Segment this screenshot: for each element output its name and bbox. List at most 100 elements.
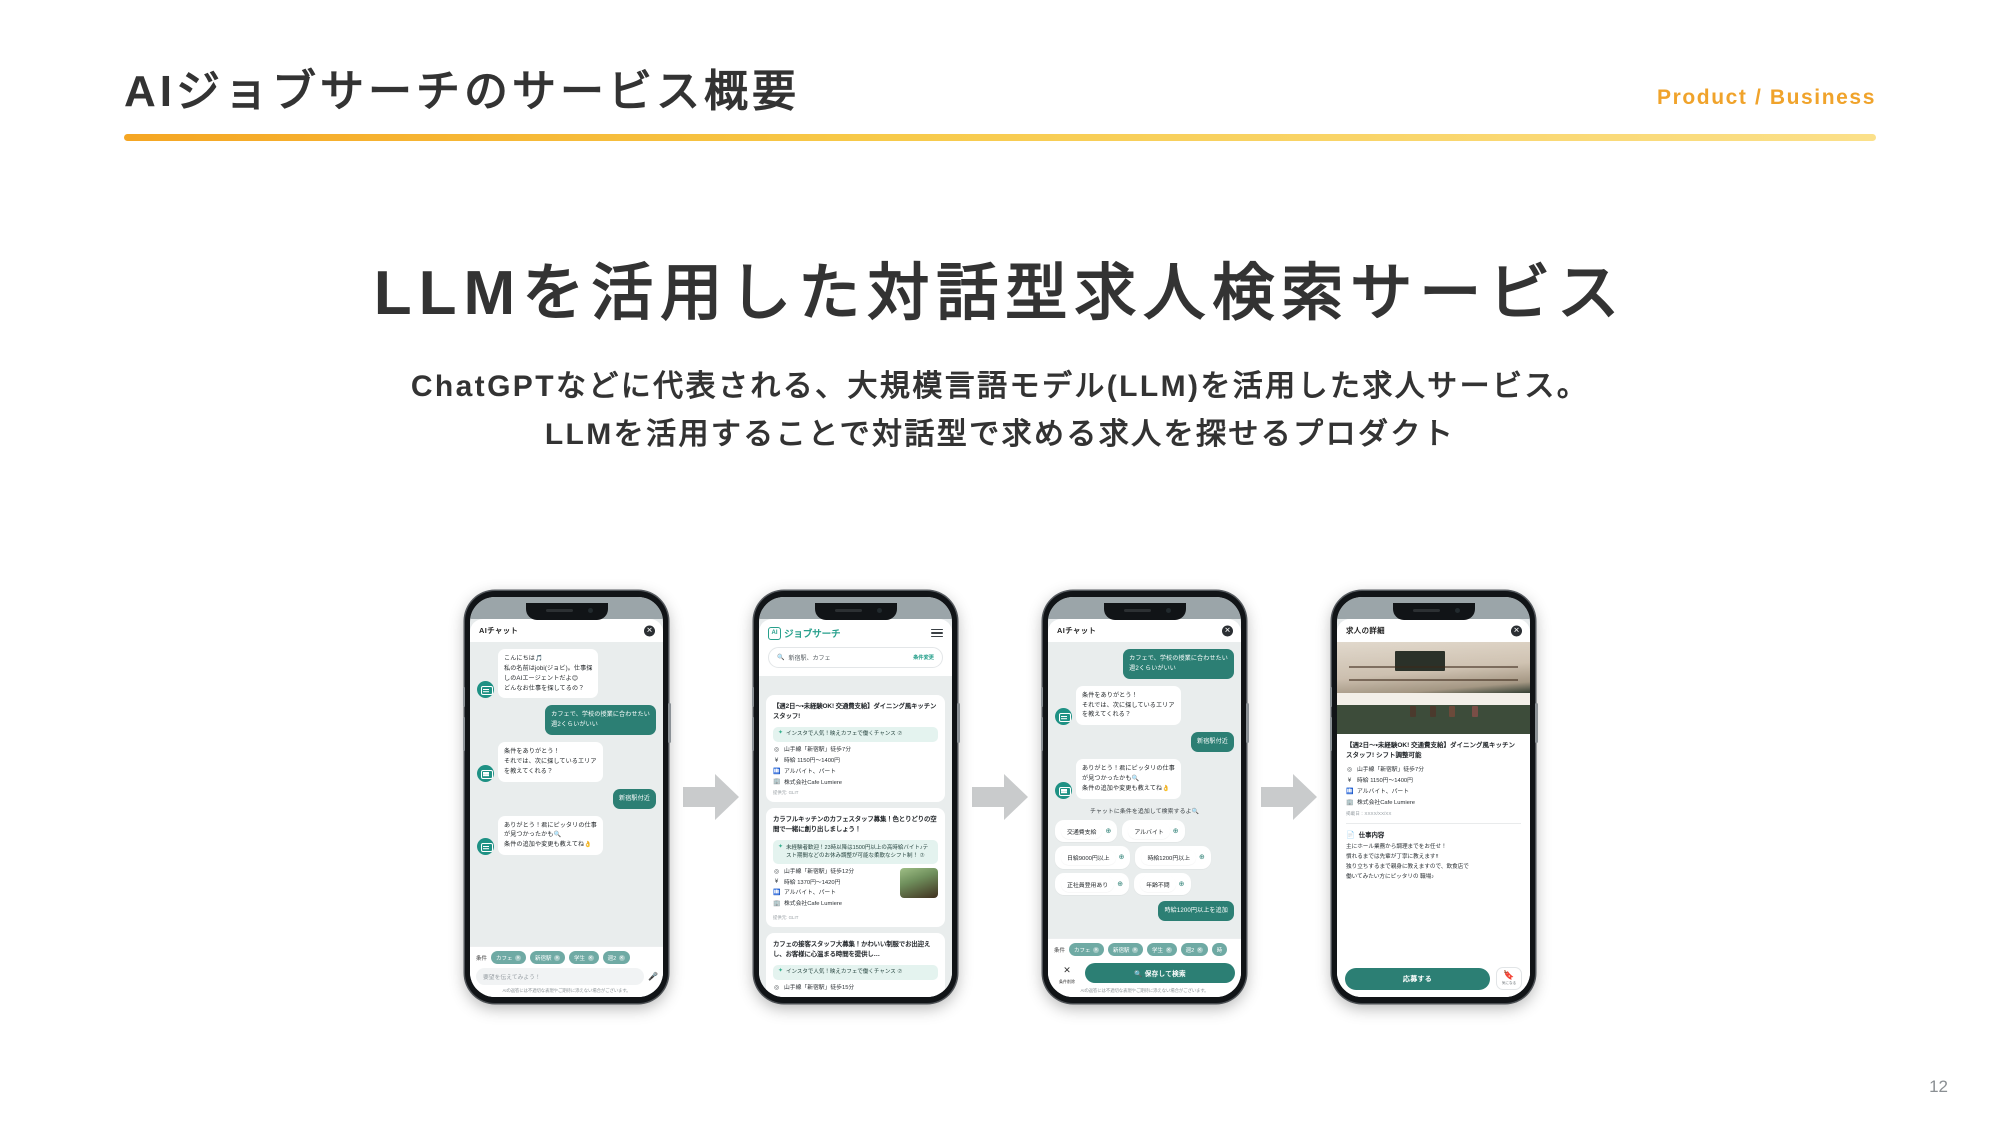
location-pin-icon: ◎ (773, 747, 780, 754)
job-title: カフェの接客スタッフ大募集！かわいい制服でお出迎えし、お客様に心温まる時間を提供… (773, 940, 931, 958)
chat-input[interactable]: 要望を伝えてみよう！ (476, 968, 644, 985)
suggestion-label: 交通費支給 (1061, 823, 1103, 839)
job-badge: ✦ 未経験者歓迎！23時以降は1500円以上の高時給バイト♪テスト期間などのお休み… (773, 840, 938, 864)
condition-chip[interactable]: カフェ ✕ (1069, 943, 1105, 956)
change-conditions-button[interactable]: 条件変更 (913, 654, 934, 661)
suggestion-chip[interactable]: 年齢不問 ⊕ (1134, 872, 1191, 896)
remove-icon[interactable]: ✕ (515, 954, 522, 961)
conditions-label: 条件 (1054, 947, 1066, 954)
divider (1346, 823, 1521, 825)
job-badge-text: インスタで人気！映えカフェで働くチャンス ⑦ (786, 969, 903, 976)
save-and-search-label: 保存して検索 (1144, 970, 1186, 978)
suggestion-chip[interactable]: アルバイト ⊕ (1122, 819, 1185, 843)
job-company: 株式会社Cafe Lumiere (784, 901, 842, 908)
app-bar: AIチャット ✕ (1048, 619, 1241, 642)
condition-chip[interactable]: 時 (1211, 943, 1228, 956)
hamburger-menu-icon[interactable] (931, 626, 943, 640)
clear-conditions-button[interactable]: ✕ 条件削除 (1054, 960, 1080, 985)
save-and-search-button[interactable]: 🔍 保存して検索 (1085, 962, 1235, 983)
chip-label: カフェ (1074, 947, 1091, 954)
job-wage: 時給 1370円〜1420円 (784, 879, 841, 886)
job-type: アルバイト、パート (784, 890, 836, 897)
chat-message-bot: ありがとう！君にピッタリの仕事 が見つかったかも🔍 条件の追加や変更も教えてね👌 (477, 815, 656, 856)
chat-bubble: ありがとう！君にピッタリの仕事 が見つかったかも🔍 条件の追加や変更も教えてね👌 (1076, 759, 1181, 799)
chip-label: 新宿駅 (1113, 947, 1130, 954)
remove-icon[interactable]: ✕ (1165, 946, 1172, 953)
close-icon: ✕ (1063, 965, 1071, 975)
briefcase-icon: 🛄 (1346, 788, 1354, 795)
phone-chat-refine: AIチャット ✕ カフェで、学校の授業に合わせたい 週2くらいがいい 条件をあり… (1040, 591, 1249, 1003)
remove-icon[interactable]: ✕ (1132, 946, 1139, 953)
yen-icon: ¥ (1347, 777, 1352, 784)
remove-icon[interactable]: ✕ (1093, 946, 1100, 953)
remove-icon[interactable]: ✕ (1196, 946, 1203, 953)
condition-chip[interactable]: 週2 ✕ (602, 951, 630, 964)
job-title: カラフルキッチンのカフェスタッフ募集！色とりどりの空間で一緒に創り出しましょう！ (773, 816, 937, 834)
conditions-bar: 条件 カフェ ✕ 新宿駅 ✕ 学生 ✕ 週2 ✕ 要望を伝えてみよう！ 🎤 AI… (470, 946, 663, 997)
condition-chip[interactable]: 新宿駅 ✕ (530, 951, 566, 964)
plus-icon: ⊕ (1118, 854, 1125, 862)
job-card[interactable]: 【週2日〜・未経験OK! 交通費支給】ダイニング風キッチンスタッフ! ✦ インスタ… (766, 695, 945, 803)
clear-conditions-label: 条件削除 (1059, 979, 1075, 984)
job-station: 山手線「新宿駅」徒歩7分 (784, 747, 851, 754)
microphone-icon[interactable]: 🎤 (648, 972, 658, 981)
job-list[interactable]: 【週2日〜・未経験OK! 交通費支給】ダイニング風キッチンスタッフ! ✦ インスタ… (759, 689, 952, 997)
chat-message-bot: ありがとう！君にピッタリの仕事 が見つかったかも🔍 条件の追加や変更も教えてね👌 (1055, 759, 1234, 799)
chip-label: 学生 (574, 955, 586, 962)
phone-chat-intro: AIチャット ✕ こんにちは🎵 私の名前はjobi(ジョビ)。仕事探 しのAIエ… (462, 591, 671, 1003)
chat-message-user: 時給1200円以上を追加 (1055, 901, 1234, 922)
phone-job-list: AI ジョブサーチ 🔍 新宿駅、カフェ 条件変更 【週2日〜・未経験OK! 交通… (751, 591, 960, 1003)
header-divider (124, 134, 1876, 142)
bot-avatar-icon (477, 681, 494, 699)
favorite-button[interactable]: 🔖 気になる (1496, 967, 1522, 990)
remove-icon[interactable]: ✕ (587, 954, 594, 961)
remove-icon[interactable]: ✕ (554, 954, 561, 961)
condition-chip[interactable]: 週2 ✕ (1180, 943, 1208, 956)
power-button-icon (668, 703, 671, 743)
chat-message-bot: 条件をありがとう！ それでは、次に探しているエリア を教えてくれる？ (477, 742, 656, 782)
bot-avatar-icon (1055, 708, 1072, 726)
suggestion-label: 年齢不問 (1140, 876, 1176, 893)
job-card[interactable]: カフェの接客スタッフ大募集！かわいい制服でお出迎えし、お客様に心温まる時間を提供… (766, 932, 945, 997)
condition-chip[interactable]: 学生 ✕ (1147, 943, 1177, 956)
chip-label: カフェ (496, 955, 513, 962)
suggestion-chip[interactable]: 正社員登用あり ⊕ (1055, 872, 1130, 896)
remove-icon[interactable]: ✕ (618, 954, 625, 961)
search-icon: 🔍 (1134, 970, 1143, 978)
chip-label: 週2 (607, 955, 617, 962)
job-type: アルバイト、パート (784, 768, 836, 775)
plus-icon: ⊕ (1117, 880, 1124, 888)
job-badge: ✦ インスタで人気！映えカフェで働くチャンス ⑦ (773, 726, 938, 743)
chat-message-bot: こんにちは🎵 私の名前はjobi(ジョビ)。仕事探 しのAIエージェントだよ😊 … (477, 649, 656, 699)
slide: AIジョブサーチのサービス概要 Product / Business LLMを活… (0, 0, 2000, 1125)
job-source: 提供元: GLIT (773, 790, 799, 796)
sparkle-icon: ✦ (778, 843, 784, 850)
suggestion-chip[interactable]: 交通費支給 ⊕ (1055, 819, 1118, 843)
job-hero-image (1337, 642, 1530, 734)
job-card[interactable]: カラフルキッチンのカフェスタッフ募集！色とりどりの空間で一緒に創り出しましょう！… (766, 808, 945, 927)
app-bar: AIチャット ✕ (470, 619, 663, 642)
condition-chip[interactable]: カフェ ✕ (491, 951, 527, 964)
close-icon[interactable]: ✕ (644, 625, 655, 636)
disclaimer-text: AIの返答には不適切な表現やご期待に添えない場合がございます。 (502, 988, 631, 993)
suggestion-chip[interactable]: 日給9000円以上 ⊕ (1055, 846, 1131, 869)
condition-chip[interactable]: 学生 ✕ (569, 951, 599, 964)
job-company: 株式会社Cafe Lumiere (1357, 799, 1415, 806)
job-badge-text: インスタで人気！映えカフェで働くチャンス ⑦ (786, 731, 903, 738)
job-title: 【週2日〜・未経験OK! 交通費支給】ダイニング風キッチンスタッフ! (773, 703, 937, 720)
job-badge: ✦ インスタで人気！映えカフェで働くチャンス ⑦ (773, 964, 938, 980)
apply-button[interactable]: 応募する (1345, 967, 1490, 990)
close-icon[interactable]: ✕ (1511, 625, 1522, 636)
search-field[interactable]: 🔍 新宿駅、カフェ 条件変更 (768, 647, 943, 668)
notch (1103, 603, 1186, 620)
job-title: 【週2日〜・未経験OK! 交通費支給】ダイニング風キッチンスタッフ! シフト調整… (1346, 742, 1516, 760)
chip-label: 学生 (1152, 947, 1164, 954)
bot-avatar-icon (1055, 781, 1072, 799)
suggestion-chip[interactable]: 時給1200円以上 ⊕ (1135, 846, 1211, 869)
job-meta: ◎ 山手線「新宿駅」徒歩7分 ¥ 時給 1150円〜1400円 🛄 アルバイト、パート… (773, 747, 938, 787)
close-icon[interactable]: ✕ (1222, 625, 1233, 636)
job-detail-footer: 応募する 🔖 気になる (1337, 962, 1530, 997)
search-header: AI ジョブサーチ 🔍 新宿駅、カフェ 条件変更 (759, 619, 952, 676)
briefcase-icon: 🛄 (773, 890, 781, 897)
condition-chip[interactable]: 新宿駅 ✕ (1108, 943, 1144, 956)
